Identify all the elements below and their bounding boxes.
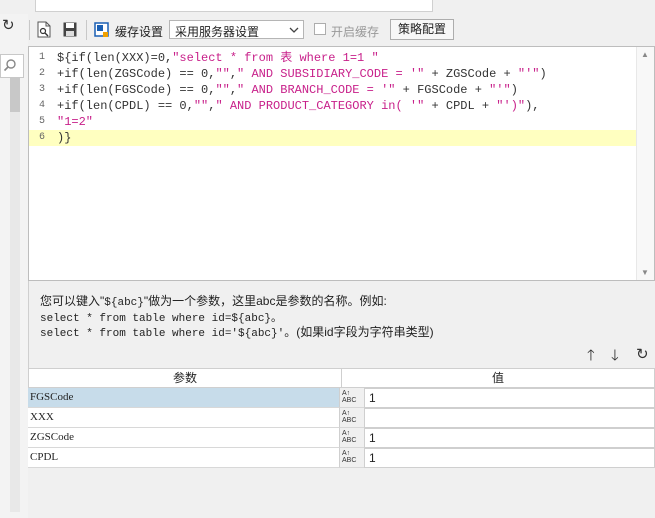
- help-line-3: select * from table where id='${abc}'。(如…: [40, 323, 434, 340]
- param-name-cell[interactable]: CPDL: [28, 448, 340, 468]
- cache-icon[interactable]: [94, 21, 110, 38]
- enable-cache-checkbox[interactable]: [314, 23, 326, 35]
- code-token: ,: [229, 83, 238, 97]
- refresh-icon[interactable]: ↻: [2, 18, 18, 34]
- help-line-1-suffix: "做为一个参数，这里abc是参数的名称。例如:: [143, 294, 387, 308]
- code-token: +if(len(FGSCode) == 0,: [57, 83, 216, 97]
- top-input-edge: [35, 0, 433, 12]
- param-name-cell[interactable]: FGSCode: [28, 388, 340, 408]
- params-table: 参数 值 FGSCode A↑ ABC 1 XXX A↑ ABC ZGSCode A↑ ABC 1 C…: [28, 368, 655, 518]
- table-row[interactable]: FGSCode A↑ ABC 1: [28, 388, 655, 408]
- code-token: )}: [57, 131, 72, 145]
- code-token: +if(len(CPDL) == 0,: [57, 99, 194, 113]
- code-string: "": [193, 99, 209, 113]
- line-number: 2: [38, 68, 45, 79]
- line-number: 6: [38, 132, 45, 143]
- code-token: ),: [525, 99, 540, 113]
- param-type-icon[interactable]: A↑ ABC: [340, 408, 364, 428]
- sql-editor[interactable]: 1 ${if(len(XXX)=0,"select * from 表 where …: [28, 46, 655, 281]
- param-name-cell[interactable]: XXX: [28, 408, 340, 428]
- param-value-input[interactable]: [364, 408, 655, 428]
- save-icon[interactable]: [62, 21, 78, 38]
- code-string: "": [215, 67, 230, 81]
- param-value-input[interactable]: 1: [364, 448, 655, 468]
- code-string: "1=2": [57, 115, 94, 129]
- code-token: ,: [229, 67, 238, 81]
- help-line-3-note: 。(如果id字段为字符串类型): [284, 325, 434, 339]
- help-line-1-prefix: 您可以键入": [40, 294, 105, 308]
- header-param-name: 参数: [29, 369, 342, 387]
- code-line[interactable]: 6)}: [29, 130, 637, 146]
- code-string: "')": [496, 99, 526, 113]
- left-scrollbar[interactable]: [10, 78, 20, 512]
- code-token: + CPDL +: [424, 99, 497, 113]
- cache-settings-label: 缓存设置: [115, 25, 164, 39]
- left-panel: ↻: [0, 14, 29, 518]
- help-line-3-code: select * from table where id='${abc}': [40, 328, 285, 340]
- top-strip: [0, 0, 655, 14]
- toolbar-divider: [86, 20, 87, 40]
- table-row[interactable]: ZGSCode A↑ ABC 1: [28, 428, 655, 448]
- scroll-up-icon[interactable]: ▲: [641, 50, 649, 59]
- code-text: "1=2": [57, 114, 93, 130]
- help-line-1: 您可以键入"${abc}"做为一个参数，这里abc是参数的名称。例如:: [40, 292, 387, 309]
- code-string: "'": [489, 83, 511, 97]
- code-text: +if(len(CPDL) == 0,""," AND PRODUCT_CATE…: [57, 98, 540, 114]
- enable-cache-label: 开启缓存: [331, 25, 380, 39]
- param-value-input[interactable]: 1: [364, 388, 655, 408]
- left-scrollbar-thumb[interactable]: [10, 78, 20, 112]
- params-table-header: 参数 值: [28, 368, 655, 388]
- param-type-icon[interactable]: A↑ ABC: [340, 448, 364, 468]
- param-type-icon[interactable]: A↑ ABC: [340, 388, 364, 408]
- header-param-value: 值: [491, 371, 504, 385]
- search-icon: [3, 59, 16, 72]
- editor-scrollbar[interactable]: ▲ ▼: [636, 47, 654, 280]
- code-line[interactable]: 1 ${if(len(XXX)=0,"select * from 表 where …: [29, 50, 637, 66]
- help-line-1-token: ${abc}: [104, 297, 144, 309]
- refresh-params-icon[interactable]: ↻: [636, 345, 649, 363]
- line-number: 5: [38, 116, 45, 127]
- code-text: +if(len(ZGSCode) == 0,""," AND SUBSIDIAR…: [57, 66, 547, 82]
- code-token: ${if(len(XXX)=0,: [57, 51, 173, 65]
- code-string: " AND BRANCH_CODE = '": [237, 83, 396, 97]
- line-number: 4: [38, 100, 45, 111]
- code-string: "'": [517, 67, 540, 81]
- move-down-icon[interactable]: 🡓: [611, 345, 619, 370]
- code-text: )}: [57, 130, 71, 146]
- code-string: " AND PRODUCT_CATEGORY in( '": [215, 99, 425, 113]
- cache-mode-select[interactable]: 采用服务器设置: [169, 20, 304, 39]
- move-up-icon[interactable]: 🡑: [587, 345, 595, 370]
- code-line[interactable]: 5 "1=2": [29, 114, 637, 130]
- preview-icon[interactable]: [36, 21, 52, 38]
- code-token: +if(len(ZGSCode) == 0,: [57, 67, 216, 81]
- strategy-config-button[interactable]: 策略配置: [390, 19, 454, 40]
- param-type-icon[interactable]: A↑ ABC: [340, 428, 364, 448]
- chevron-down-icon: [289, 27, 299, 33]
- code-string: " AND SUBSIDIARY_CODE = '": [237, 67, 425, 81]
- code-token: ): [539, 67, 547, 81]
- code-line[interactable]: 4 +if(len(CPDL) == 0,""," AND PRODUCT_CAT…: [29, 98, 637, 114]
- table-row[interactable]: XXX A↑ ABC: [28, 408, 655, 428]
- param-name-cell[interactable]: ZGSCode: [28, 428, 340, 448]
- line-number: 3: [38, 84, 45, 95]
- line-number: 1: [38, 52, 45, 63]
- param-value-input[interactable]: 1: [364, 428, 655, 448]
- code-line[interactable]: 3 +if(len(FGSCode) == 0,""," AND BRANCH_C…: [29, 82, 637, 98]
- code-token: + FGSCode +: [395, 83, 490, 97]
- code-token: + ZGSCode +: [424, 67, 518, 81]
- toolbar-divider: [29, 20, 30, 40]
- toolbar: 缓存设置 采用服务器设置 开启缓存 策略配置: [28, 14, 655, 46]
- code-token: ): [510, 83, 518, 97]
- code-text: ${if(len(XXX)=0,"select * from 表 where 1…: [57, 50, 379, 66]
- code-string: "": [215, 83, 230, 97]
- code-line[interactable]: 2 +if(len(ZGSCode) == 0,""," AND SUBSIDIA…: [29, 66, 637, 82]
- code-string: "select * from 表 where 1=1 ": [172, 51, 379, 65]
- search-input[interactable]: [0, 54, 24, 78]
- code-text: +if(len(FGSCode) == 0,""," AND BRANCH_CO…: [57, 82, 518, 98]
- table-row[interactable]: CPDL A↑ ABC 1: [28, 448, 655, 468]
- scroll-down-icon[interactable]: ▼: [641, 268, 649, 277]
- cache-mode-value: 采用服务器设置: [175, 25, 260, 39]
